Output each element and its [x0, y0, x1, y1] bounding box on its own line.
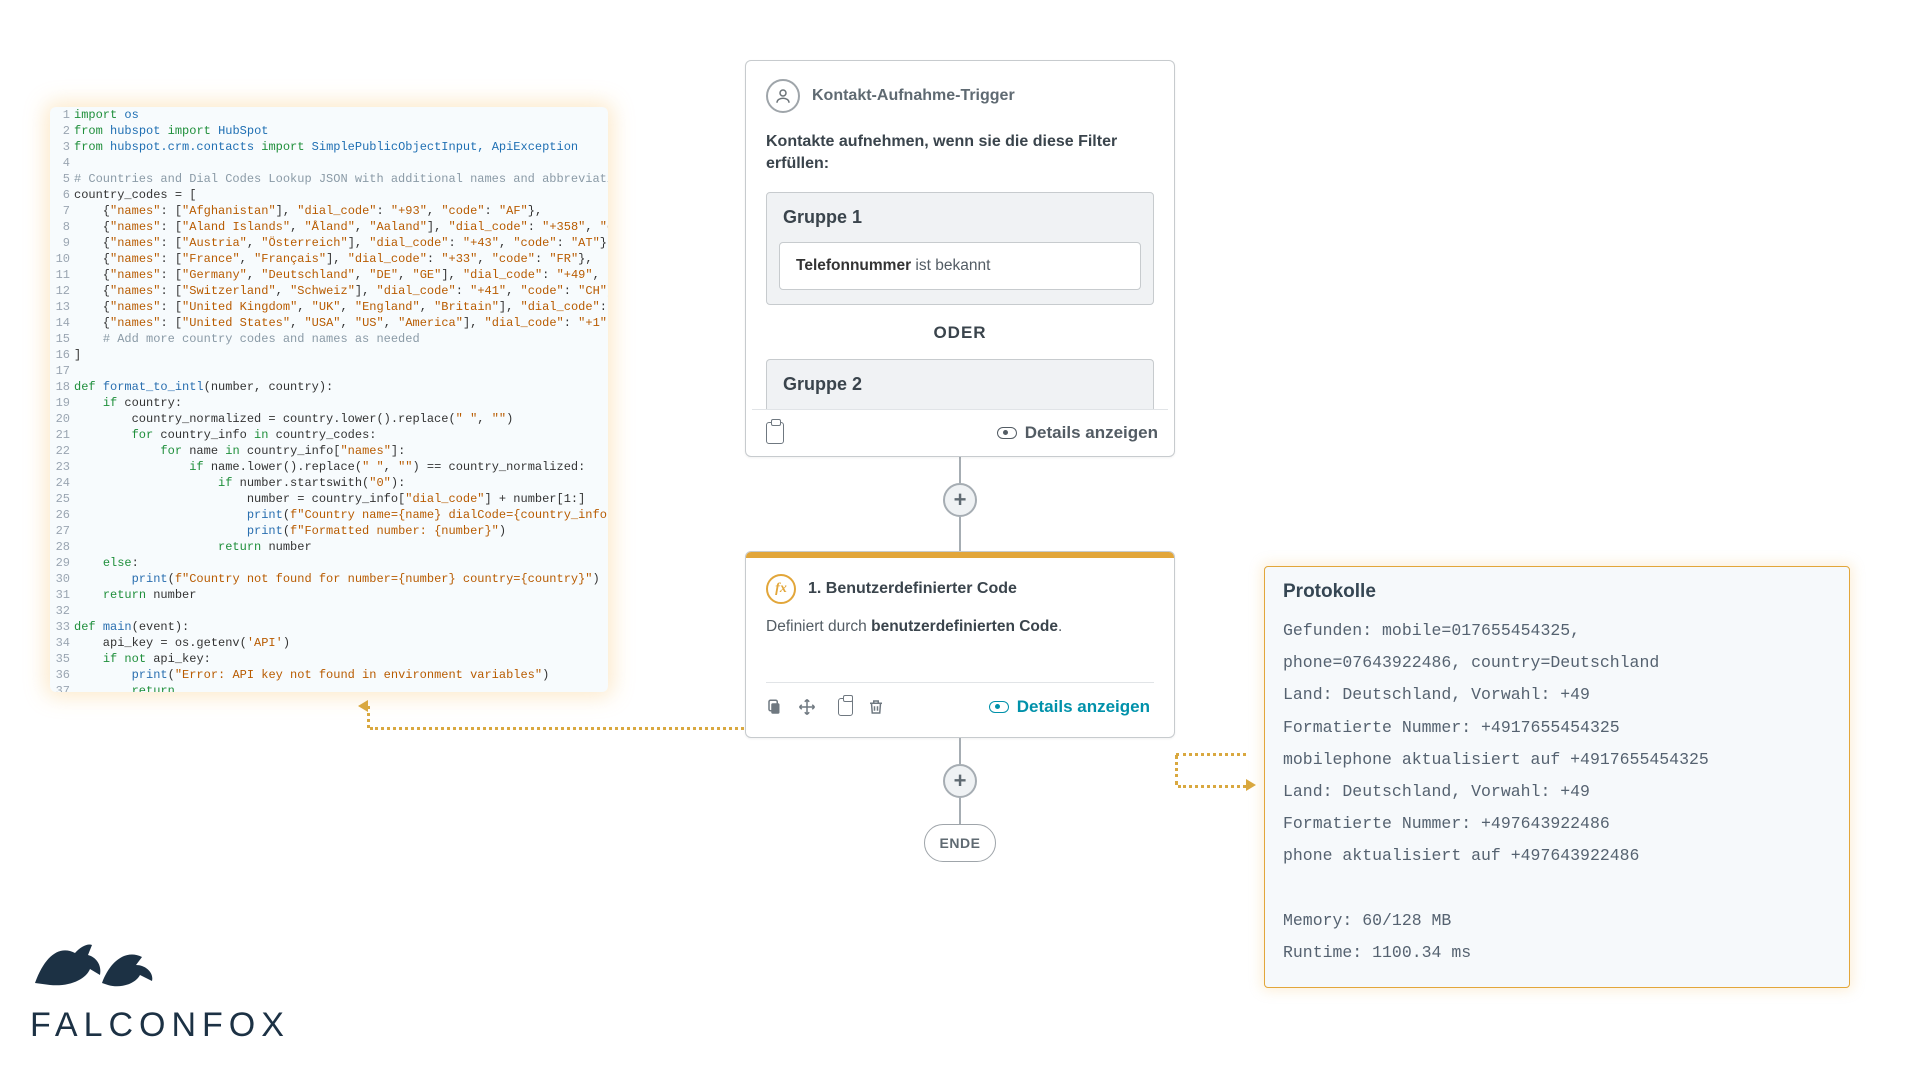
clipboard-icon[interactable] [766, 422, 784, 444]
logs-title: Protokolle [1283, 581, 1831, 603]
trigger-title: Kontakt-Aufnahme-Trigger [812, 87, 1015, 105]
trigger-card[interactable]: Kontakt-Aufnahme-Trigger Kontakte aufneh… [745, 60, 1175, 457]
brand-logo: FALCONFOX [30, 935, 290, 1045]
delete-icon[interactable] [867, 698, 885, 716]
details-link[interactable]: Details anzeigen [989, 697, 1150, 717]
logs-body: Gefunden: mobile=017655454325,phone=0764… [1283, 615, 1831, 969]
code-editor: 1import os2from hubspot import HubSpot3f… [50, 107, 608, 692]
code-step-card[interactable]: fx 1. Benutzerdefinierter Code Definiert… [745, 551, 1175, 738]
eye-icon [997, 427, 1017, 439]
logs-panel: Protokolle Gefunden: mobile=017655454325… [1264, 566, 1850, 988]
group-title: Gruppe 1 [767, 193, 1153, 242]
move-icon[interactable] [798, 698, 816, 716]
filter-group-2[interactable]: Gruppe 2 [766, 359, 1154, 409]
or-separator: ODER [766, 323, 1154, 343]
arrow-segment [1176, 753, 1246, 756]
copy-icon[interactable] [766, 698, 784, 716]
workflow-column: Kontakt-Aufnahme-Trigger Kontakte aufneh… [745, 60, 1175, 862]
arrow-segment [1175, 755, 1178, 785]
connector-line [959, 738, 961, 764]
details-label: Details anzeigen [1025, 423, 1158, 443]
add-step-button[interactable]: + [943, 764, 977, 798]
falconfox-icon [30, 935, 170, 993]
connector-line [959, 798, 961, 824]
code-step-title: 1. Benutzerdefinierter Code [808, 580, 1017, 598]
add-step-button[interactable]: + [943, 483, 977, 517]
contact-icon [766, 79, 800, 113]
arrow-head-icon [1246, 779, 1256, 791]
arrow-segment [370, 727, 744, 730]
filter-condition: ist bekannt [911, 257, 990, 274]
arrow-segment [1178, 785, 1246, 788]
trigger-description: Kontakte aufnehmen, wenn sie die diese F… [766, 131, 1154, 174]
connector-line [959, 457, 961, 483]
clipboard-icon[interactable] [838, 698, 853, 716]
details-link[interactable]: Details anzeigen [997, 423, 1158, 443]
eye-icon [989, 701, 1009, 713]
filter-property: Telefonnummer [796, 257, 911, 274]
filter-group-1[interactable]: Gruppe 1 Telefonnummer ist bekannt [766, 192, 1154, 305]
brand-name: FALCONFOX [30, 1006, 290, 1045]
group-title: Gruppe 2 [767, 360, 1153, 409]
connector-line [959, 517, 961, 551]
fx-icon: fx [766, 574, 796, 604]
arrow-head-icon [358, 700, 368, 712]
filter-chip[interactable]: Telefonnummer ist bekannt [779, 242, 1141, 290]
code-step-description: Definiert durch benutzerdefinierten Code… [766, 618, 1154, 636]
details-label: Details anzeigen [1017, 697, 1150, 717]
end-pill: ENDE [924, 824, 996, 862]
